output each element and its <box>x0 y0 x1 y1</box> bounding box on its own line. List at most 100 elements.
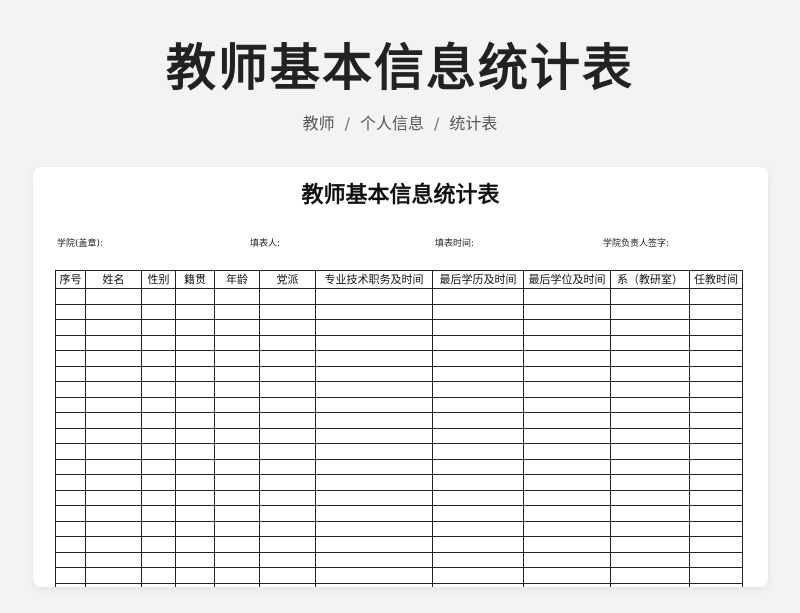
table-cell <box>689 288 743 305</box>
table-cell <box>689 350 743 367</box>
table-cell <box>432 381 524 398</box>
table-cell <box>689 582 743 587</box>
table-cell <box>689 427 743 444</box>
table-cell <box>689 551 743 568</box>
table-cell <box>214 582 260 587</box>
table-cell <box>610 582 690 587</box>
table-cell <box>315 303 433 320</box>
table-cell <box>315 458 433 475</box>
table-cell <box>141 582 176 587</box>
table-cell <box>689 396 743 413</box>
table-cell <box>55 334 86 351</box>
table-cell <box>175 582 215 587</box>
table-cell <box>55 365 86 382</box>
table-cell <box>523 505 611 522</box>
table-cell <box>610 412 690 429</box>
table-cell <box>259 551 316 568</box>
table-cell <box>141 489 176 506</box>
table-cell <box>315 505 433 522</box>
table-cell <box>432 443 524 460</box>
table-cell <box>610 443 690 460</box>
page-title: 教师基本信息统计表 <box>166 39 634 97</box>
table-cell <box>315 536 433 553</box>
table-cell <box>85 474 142 491</box>
table-cell <box>689 505 743 522</box>
table-cell <box>85 536 142 553</box>
column-header: 籍贯 <box>175 270 215 289</box>
table-cell <box>259 520 316 537</box>
table-cell <box>259 288 316 305</box>
table-cell <box>85 319 142 336</box>
table-cell <box>55 350 86 367</box>
table-cell <box>610 536 690 553</box>
table-cell <box>432 396 524 413</box>
table-cell <box>523 334 611 351</box>
table-cell <box>55 551 86 568</box>
breadcrumb-item-personal-info[interactable]: 个人信息 <box>360 114 424 133</box>
table-cell <box>141 505 176 522</box>
table-cell <box>214 458 260 475</box>
table-cell <box>259 443 316 460</box>
breadcrumb: 教师 / 个人信息 / 统计表 <box>0 112 800 136</box>
document-preview-card[interactable]: 教师基本信息统计表 学院(盖章): 填表人: 填表时间: 学院负责人签字: 序号… <box>33 167 768 587</box>
table-cell <box>141 396 176 413</box>
table-cell <box>175 474 215 491</box>
table-cell <box>55 536 86 553</box>
table-cell <box>259 489 316 506</box>
table-cell <box>175 319 215 336</box>
table-cell <box>523 489 611 506</box>
table-cell <box>610 303 690 320</box>
table-cell <box>141 551 176 568</box>
table-cell <box>141 381 176 398</box>
table-cell <box>259 536 316 553</box>
table-cell <box>432 365 524 382</box>
table-cell <box>141 474 176 491</box>
table-cell <box>689 319 743 336</box>
table-cell <box>141 303 176 320</box>
table-cell <box>689 536 743 553</box>
table-cell <box>141 412 176 429</box>
table-cell <box>432 582 524 587</box>
table-header-row: 序号 姓名 性别 籍贯 年龄 党派 专业技术职务及时间 最后学历及时间 最后学位… <box>55 270 743 289</box>
table-cell <box>689 303 743 320</box>
table-cell <box>141 350 176 367</box>
table-row <box>55 334 743 351</box>
table-cell <box>315 567 433 584</box>
table-cell <box>689 365 743 382</box>
column-header: 最后学位及时间 <box>523 270 611 289</box>
breadcrumb-item-stat-table[interactable]: 统计表 <box>449 114 497 133</box>
table-cell <box>610 520 690 537</box>
breadcrumb-item-teacher[interactable]: 教师 <box>303 114 335 133</box>
table-cell <box>85 458 142 475</box>
table-cell <box>55 396 86 413</box>
table-cell <box>214 551 260 568</box>
table-cell <box>85 443 142 460</box>
table-cell <box>259 303 316 320</box>
table-cell <box>55 458 86 475</box>
filler-label: 填表人: <box>250 239 281 249</box>
table-row <box>55 536 743 553</box>
table-cell <box>85 381 142 398</box>
table-row <box>55 288 743 305</box>
table-cell <box>259 381 316 398</box>
table-cell <box>315 443 433 460</box>
table-cell <box>610 489 690 506</box>
table-cell <box>55 319 86 336</box>
table-cell <box>55 427 86 444</box>
table-cell <box>523 474 611 491</box>
table-cell <box>214 520 260 537</box>
table-cell <box>85 505 142 522</box>
table-cell <box>55 582 86 587</box>
column-header: 专业技术职务及时间 <box>315 270 433 289</box>
table-cell <box>610 334 690 351</box>
table-cell <box>523 582 611 587</box>
table-cell <box>141 427 176 444</box>
column-header: 性别 <box>141 270 176 289</box>
table-cell <box>214 505 260 522</box>
table-cell <box>175 505 215 522</box>
table-cell <box>523 412 611 429</box>
column-header: 任教时间 <box>689 270 743 289</box>
table-cell <box>523 350 611 367</box>
table-cell <box>315 427 433 444</box>
table-cell <box>85 520 142 537</box>
